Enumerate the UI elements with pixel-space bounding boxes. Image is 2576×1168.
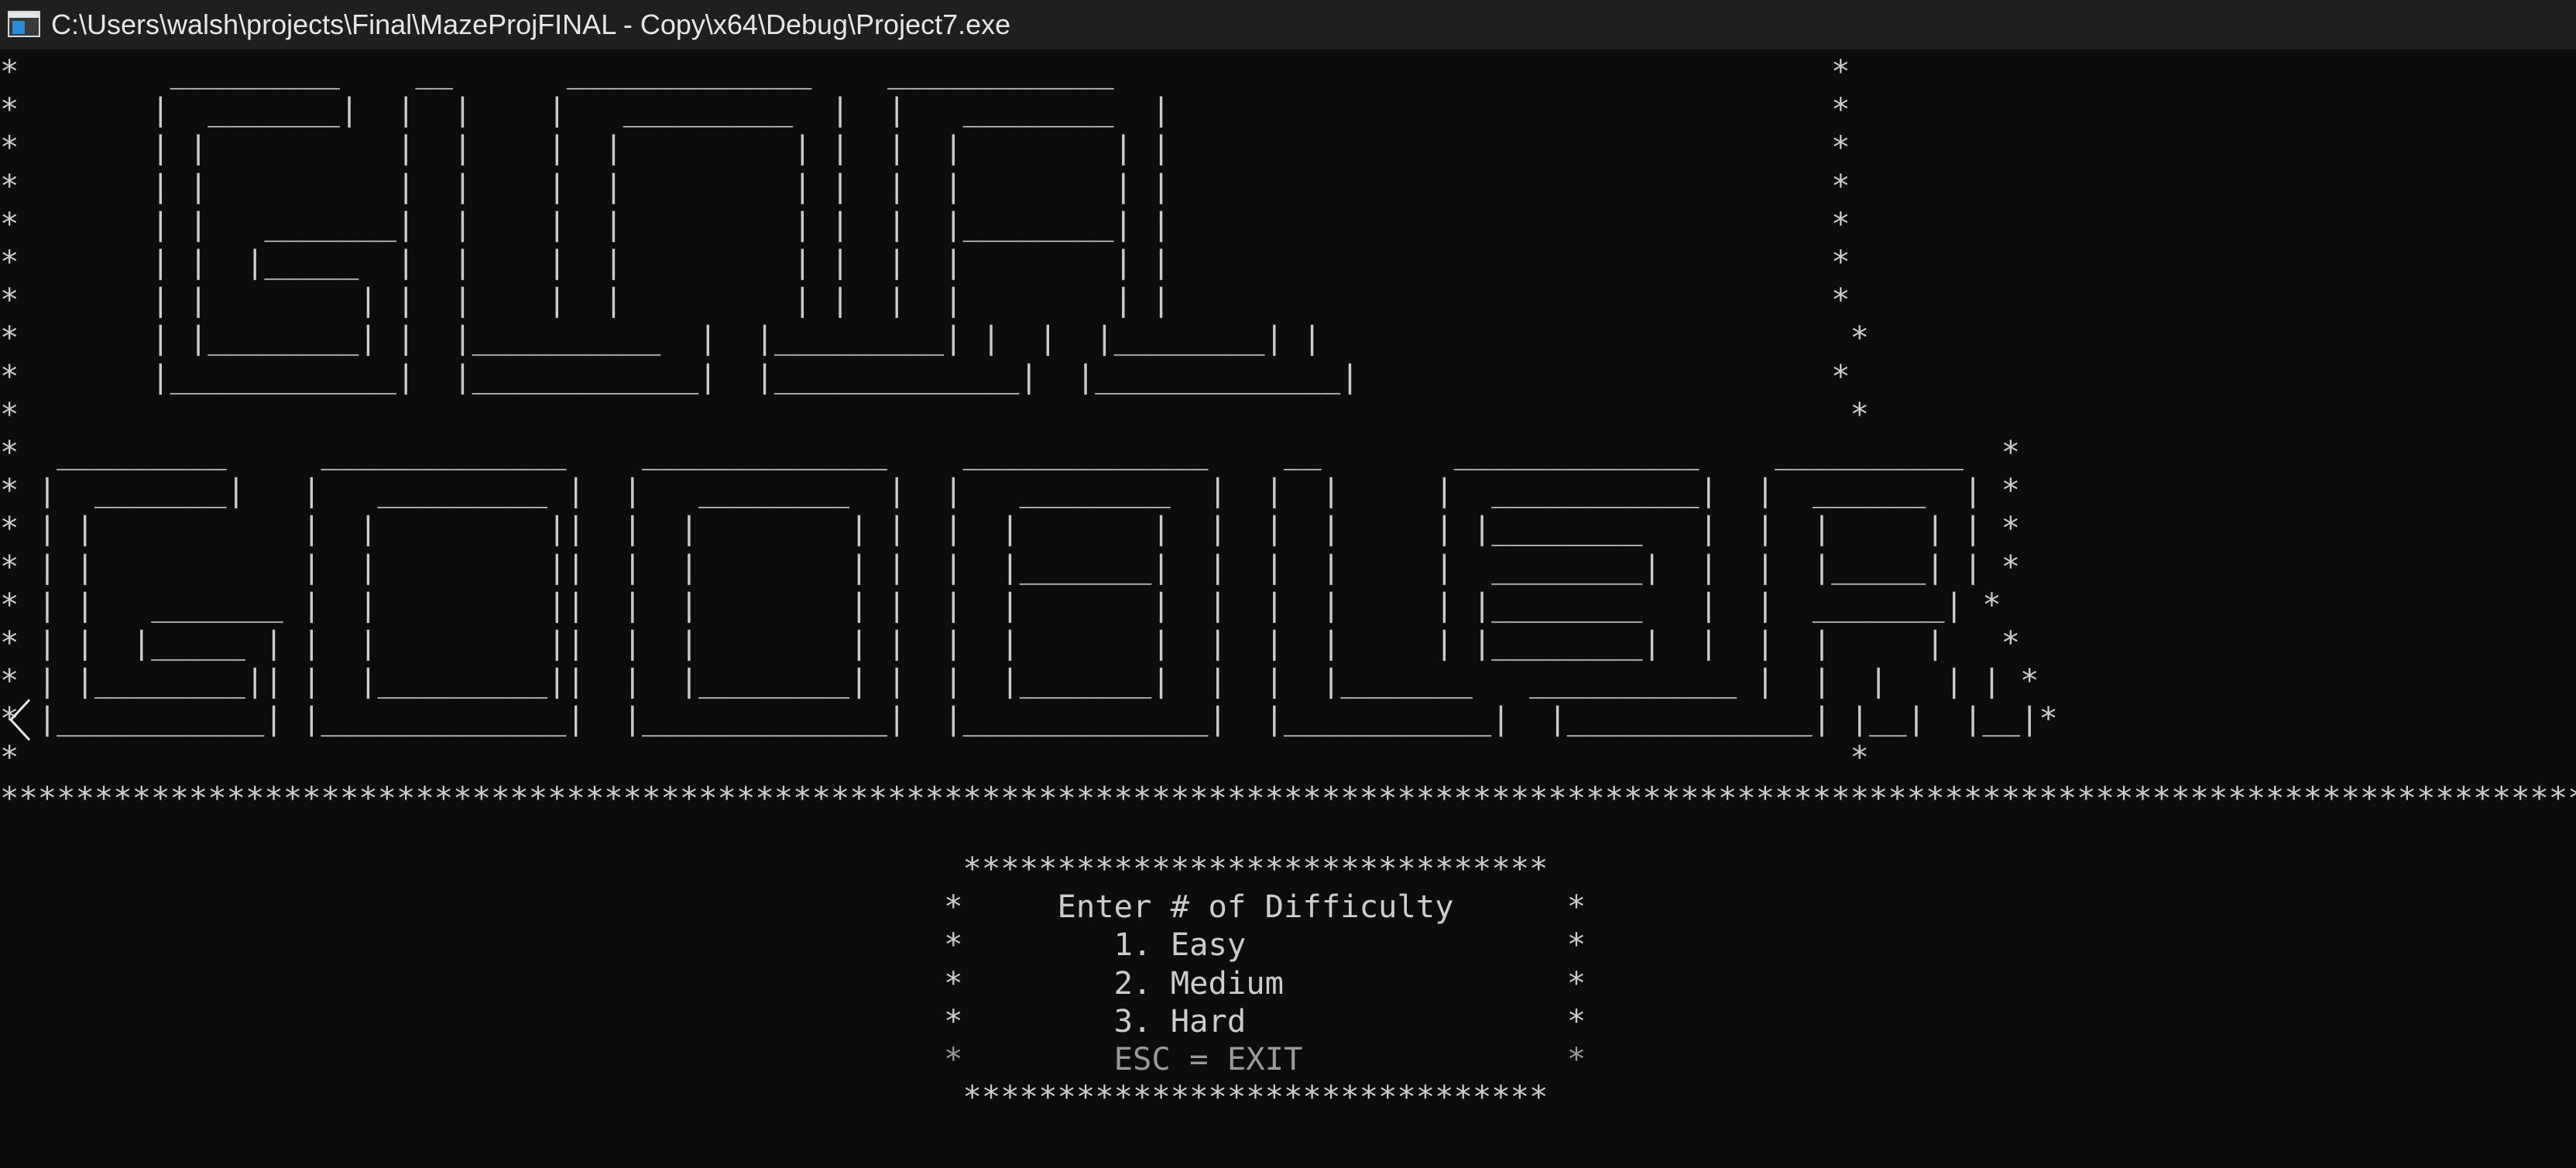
menu-option-hard: * 3. Hard * — [0, 1002, 1586, 1040]
window-title: C:\Users\walsh\projects\Final\MazeProjFI… — [51, 9, 1011, 40]
mouse-cursor-icon — [9, 698, 31, 742]
separator-rule: ****************************************… — [0, 779, 2576, 817]
menu-option-easy: * 1. Easy * — [0, 926, 1586, 964]
console-output[interactable]: * _________ __ _____________ ___________… — [0, 53, 2576, 1168]
menu-top-border: ******************************* — [0, 850, 1549, 888]
ascii-banner: * _________ __ _____________ ___________… — [0, 53, 2058, 776]
menu-bottom-border: ******************************* — [0, 1078, 1549, 1116]
console-window: C:\Users\walsh\projects\Final\MazeProjFI… — [0, 0, 2576, 1168]
menu-option-medium: * 2. Medium * — [0, 964, 1586, 1002]
console-app-icon[interactable] — [8, 11, 40, 37]
title-bar[interactable]: C:\Users\walsh\projects\Final\MazeProjFI… — [0, 0, 2576, 50]
menu-heading: * Enter # of Difficulty * — [0, 888, 1586, 926]
menu-option-exit: * ESC = EXIT * — [0, 1040, 1586, 1078]
difficulty-menu: ******************************* * Enter … — [0, 850, 2576, 1116]
